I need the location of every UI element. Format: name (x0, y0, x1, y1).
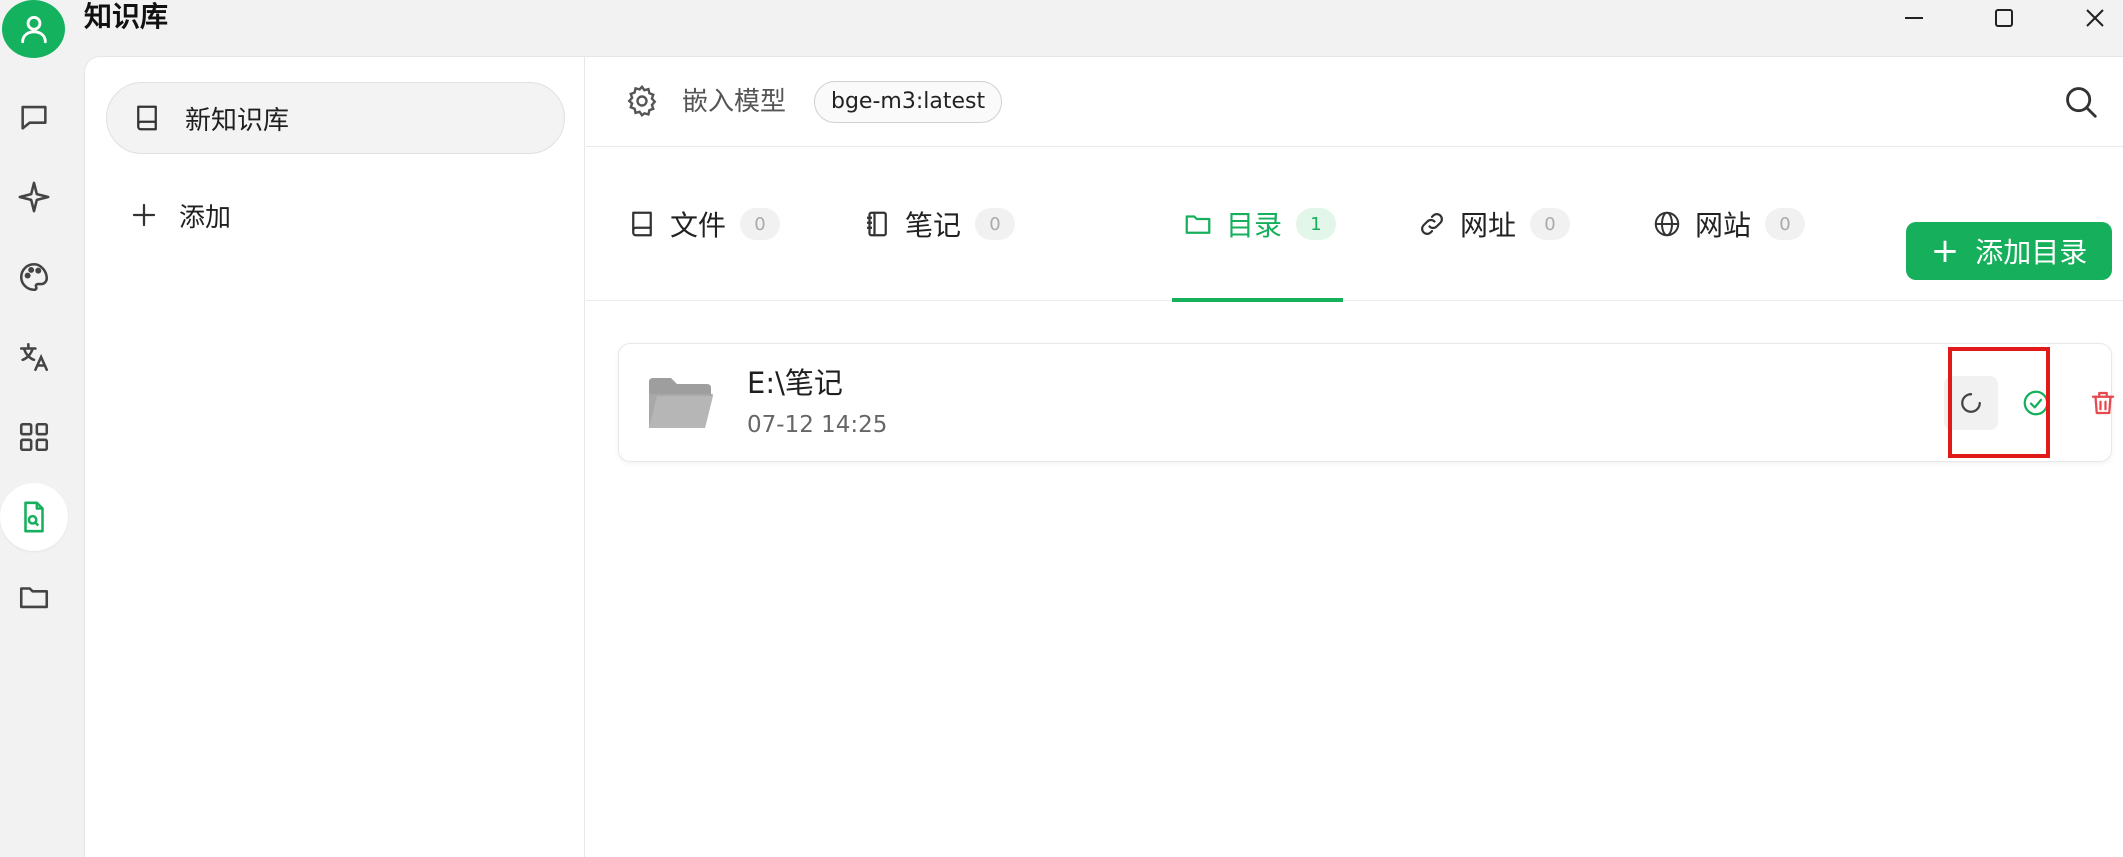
kb-item-label: 新知识库 (185, 105, 290, 136)
tab-label: 笔记 (905, 209, 962, 242)
book-icon (131, 102, 163, 134)
embedding-model-badge: bge-m3:latest (814, 81, 1003, 123)
close-icon (2086, 9, 2104, 27)
tab-count: 0 (975, 208, 1016, 240)
nav-rail (0, 56, 84, 857)
delete-button[interactable] (2076, 376, 2123, 430)
main-panel: 新知识库 添加 嵌入模型 bge-m3:latest 文件 0 笔记 0 目录 … (84, 56, 2123, 857)
rail-item-chat[interactable] (0, 83, 68, 151)
maximize-button[interactable] (1974, 0, 2034, 36)
add-directory-button[interactable]: + 添加目录 (1906, 222, 2112, 280)
app-title: 知识库 (84, 0, 169, 33)
tab-count: 0 (740, 208, 781, 240)
add-directory-label: 添加目录 (1975, 236, 2088, 269)
translate-icon (19, 342, 49, 372)
check-circle-icon (2023, 390, 2049, 416)
user-avatar[interactable] (2, 0, 65, 58)
directory-timestamp: 07-12 14:25 (747, 412, 888, 438)
refresh-button[interactable] (1944, 376, 1998, 430)
user-icon (20, 15, 47, 44)
minimize-icon (1905, 17, 1923, 19)
directory-item: E:\笔记 07-12 14:25 (618, 343, 2115, 462)
notebook-icon (861, 208, 893, 240)
folder-open-icon (649, 378, 713, 428)
tab-label: 网站 (1695, 209, 1752, 242)
embedding-model-label: 嵌入模型 (682, 87, 787, 117)
tab-count: 0 (1530, 208, 1571, 240)
tab-label: 网址 (1460, 209, 1517, 242)
trash-icon (2091, 391, 2115, 415)
status-ok-indicator (2009, 376, 2063, 430)
tab-urls[interactable]: 网址 0 (1416, 147, 1571, 301)
settings-button[interactable] (624, 83, 660, 119)
close-button[interactable] (2065, 0, 2123, 36)
gear-icon (627, 84, 657, 117)
chat-bubble-icon (21, 105, 47, 130)
directory-path: E:\笔记 (747, 366, 843, 400)
rail-item-knowledge[interactable] (0, 483, 68, 551)
folder-icon (19, 587, 49, 609)
rail-item-agents[interactable] (0, 163, 68, 231)
tab-count: 0 (1765, 208, 1806, 240)
add-label: 添加 (179, 202, 232, 233)
active-tab-indicator (1172, 298, 1343, 302)
rail-item-apps[interactable] (0, 403, 68, 471)
globe-icon (1651, 208, 1683, 240)
search-icon (2066, 87, 2097, 118)
folder-icon (1182, 208, 1214, 240)
content-area: 嵌入模型 bge-m3:latest 文件 0 笔记 0 目录 1 网址 0 网… (586, 57, 2123, 857)
tab-count: 1 (1296, 208, 1337, 240)
rail-item-paintings[interactable] (0, 243, 68, 311)
tab-files[interactable]: 文件 0 (626, 147, 781, 301)
doc-search-icon (24, 501, 44, 533)
sparkle-icon (18, 181, 50, 213)
refresh-icon (1961, 393, 1981, 413)
source-tabs: 文件 0 笔记 0 目录 1 网址 0 网站 0 + 添加目录 (586, 147, 2123, 302)
plus-icon (132, 203, 156, 227)
plus-icon: + (1930, 231, 1960, 271)
tab-label: 目录 (1226, 209, 1283, 242)
minimize-button[interactable] (1884, 0, 1944, 36)
tab-notes[interactable]: 笔记 0 (861, 147, 1016, 301)
tab-websites[interactable]: 网站 0 (1651, 147, 1806, 301)
rail-item-translate[interactable] (0, 323, 68, 391)
book-icon (626, 208, 658, 240)
tab-label: 文件 (670, 209, 727, 242)
tab-directory[interactable]: 目录 1 (1182, 147, 1337, 301)
grid-icon (19, 422, 49, 452)
search-button[interactable] (2062, 83, 2102, 123)
kb-item-selected[interactable]: 新知识库 (106, 82, 565, 154)
kb-header: 嵌入模型 bge-m3:latest (586, 57, 2123, 147)
link-icon (1416, 208, 1448, 240)
title-bar: 知识库 (0, 0, 2123, 58)
add-knowledge-base-button[interactable]: 添加 (129, 185, 231, 245)
maximize-icon (1995, 9, 2013, 27)
palette-icon (19, 262, 49, 292)
rail-item-files[interactable] (0, 563, 68, 631)
knowledge-base-list: 新知识库 添加 (85, 57, 585, 857)
